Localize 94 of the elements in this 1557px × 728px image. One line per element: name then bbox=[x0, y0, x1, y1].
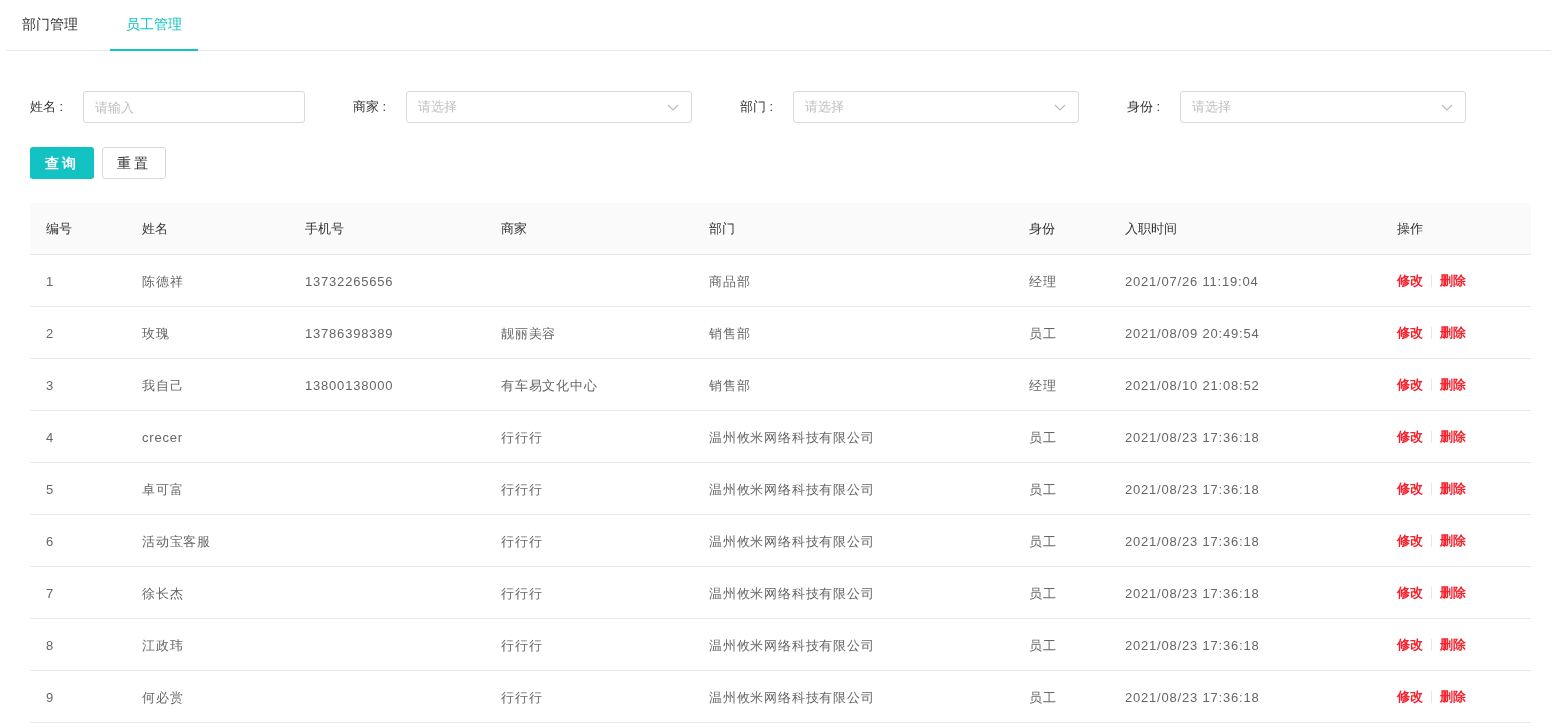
table-cell: 销售部 bbox=[709, 377, 751, 393]
table-cell: 2021/08/23 17:36:18 bbox=[1125, 637, 1260, 653]
edit-link[interactable]: 修改 bbox=[1397, 686, 1423, 707]
table-cell: 8 bbox=[46, 637, 55, 653]
table-cell: 2021/08/23 17:36:18 bbox=[1125, 585, 1260, 601]
table-cell: 何必赏 bbox=[142, 689, 184, 705]
table-cell: 徐长杰 bbox=[142, 585, 184, 601]
table-cell: 经理 bbox=[1029, 377, 1057, 393]
delete-link[interactable]: 删除 bbox=[1440, 374, 1466, 395]
delete-link[interactable]: 删除 bbox=[1440, 634, 1466, 655]
table-cell: 江政玮 bbox=[142, 637, 184, 653]
table-cell: 温州攸米网络科技有限公司 bbox=[709, 689, 875, 705]
table-cell: 温州攸米网络科技有限公司 bbox=[709, 585, 875, 601]
table-cell: 卓可富 bbox=[142, 481, 184, 497]
column-header: 手机号 bbox=[304, 219, 345, 238]
table-cell: 员工 bbox=[1029, 689, 1057, 705]
edit-link[interactable]: 修改 bbox=[1397, 478, 1423, 499]
delete-link[interactable]: 删除 bbox=[1440, 582, 1466, 603]
table-cell: 温州攸米网络科技有限公司 bbox=[709, 429, 875, 445]
table-cell: 行行行 bbox=[501, 585, 543, 601]
input-field[interactable]: 请输入 bbox=[83, 91, 305, 123]
column-header: 操作 bbox=[1396, 219, 1424, 238]
table-cell: 2021/08/23 17:36:18 bbox=[1125, 429, 1260, 445]
edit-link[interactable]: 修改 bbox=[1397, 530, 1423, 551]
table-cell: 13800138000 bbox=[305, 377, 394, 393]
edit-link[interactable]: 修改 bbox=[1397, 426, 1423, 447]
delete-link[interactable]: 删除 bbox=[1440, 530, 1466, 551]
table-cell: 陈德祥 bbox=[142, 273, 184, 289]
table-cell: 2021/08/23 17:36:18 bbox=[1125, 533, 1260, 549]
table-cell: 有车易文化中心 bbox=[501, 377, 598, 393]
column-header: 身份 bbox=[1028, 219, 1056, 238]
delete-link[interactable]: 删除 bbox=[1440, 322, 1466, 343]
table-cell: 2 bbox=[46, 325, 55, 341]
table-cell: 13786398389 bbox=[305, 325, 394, 341]
table-cell: 1 bbox=[46, 273, 55, 289]
table-cell: 员工 bbox=[1029, 585, 1057, 601]
table-cell: 温州攸米网络科技有限公司 bbox=[709, 637, 875, 653]
column-header: 入职时间 bbox=[1124, 219, 1178, 238]
table-cell: 员工 bbox=[1029, 429, 1057, 445]
table-cell: 4 bbox=[46, 429, 55, 445]
delete-link[interactable]: 删除 bbox=[1440, 478, 1466, 499]
reset-button[interactable]: 重置 bbox=[102, 147, 166, 179]
edit-link[interactable]: 修改 bbox=[1397, 634, 1423, 655]
edit-link[interactable]: 修改 bbox=[1397, 374, 1423, 395]
query-button[interactable]: 查询 bbox=[30, 147, 94, 179]
table-cell: 靓丽美容 bbox=[501, 325, 557, 341]
chevron-down-icon bbox=[667, 104, 679, 112]
table-cell: 2021/08/23 17:36:18 bbox=[1125, 481, 1260, 497]
table-cell: 7 bbox=[46, 585, 55, 601]
table-cell: 2021/08/10 21:08:52 bbox=[1125, 377, 1260, 393]
field-label: 姓名 : bbox=[30, 98, 65, 117]
table-cell: 温州攸米网络科技有限公司 bbox=[709, 481, 875, 497]
table-cell: 经理 bbox=[1029, 273, 1057, 289]
table-cell: 员工 bbox=[1029, 325, 1057, 341]
table-cell: 行行行 bbox=[501, 429, 543, 445]
table-cell: 销售部 bbox=[709, 325, 751, 341]
table-cell: 6 bbox=[46, 533, 55, 549]
table-cell: 我自己 bbox=[142, 377, 184, 393]
table-cell: 2021/08/09 20:49:54 bbox=[1125, 325, 1260, 341]
table-cell: 5 bbox=[46, 481, 55, 497]
chevron-down-icon bbox=[1054, 104, 1066, 112]
table-cell: crecer bbox=[142, 429, 183, 445]
tab[interactable]: 部门管理 bbox=[6, 0, 94, 51]
field-label: 身份 : bbox=[1127, 98, 1162, 117]
edit-link[interactable]: 修改 bbox=[1397, 322, 1423, 343]
table-cell: 9 bbox=[46, 689, 55, 705]
table-cell: 员工 bbox=[1029, 481, 1057, 497]
field-label: 部门 : bbox=[740, 98, 775, 117]
table-cell: 行行行 bbox=[501, 637, 543, 653]
table-cell: 活动宝客服 bbox=[142, 533, 211, 549]
table-cell: 温州攸米网络科技有限公司 bbox=[709, 533, 875, 549]
column-header: 商家 bbox=[500, 219, 528, 238]
table-cell: 3 bbox=[46, 377, 55, 393]
delete-link[interactable]: 删除 bbox=[1440, 270, 1466, 291]
table-cell: 玫瑰 bbox=[142, 325, 170, 341]
field-label: 商家 : bbox=[353, 98, 388, 117]
delete-link[interactable]: 删除 bbox=[1440, 686, 1466, 707]
delete-link[interactable]: 删除 bbox=[1440, 426, 1466, 447]
table-cell: 员工 bbox=[1029, 637, 1057, 653]
table-cell: 行行行 bbox=[501, 533, 543, 549]
table-cell: 2021/07/26 11:19:04 bbox=[1125, 273, 1259, 289]
table-cell: 商品部 bbox=[709, 273, 751, 289]
column-header: 部门 bbox=[708, 219, 736, 238]
column-header: 姓名 bbox=[141, 219, 169, 238]
edit-link[interactable]: 修改 bbox=[1397, 582, 1423, 603]
table-cell: 行行行 bbox=[501, 481, 543, 497]
table-cell: 员工 bbox=[1029, 533, 1057, 549]
edit-link[interactable]: 修改 bbox=[1397, 270, 1423, 291]
tab[interactable]: 员工管理 bbox=[110, 0, 198, 51]
table-cell: 行行行 bbox=[501, 689, 543, 705]
chevron-down-icon bbox=[1441, 104, 1453, 112]
table-cell: 2021/08/23 17:36:18 bbox=[1125, 689, 1260, 705]
table-cell: 13732265656 bbox=[305, 273, 394, 289]
column-header: 编号 bbox=[45, 219, 73, 238]
